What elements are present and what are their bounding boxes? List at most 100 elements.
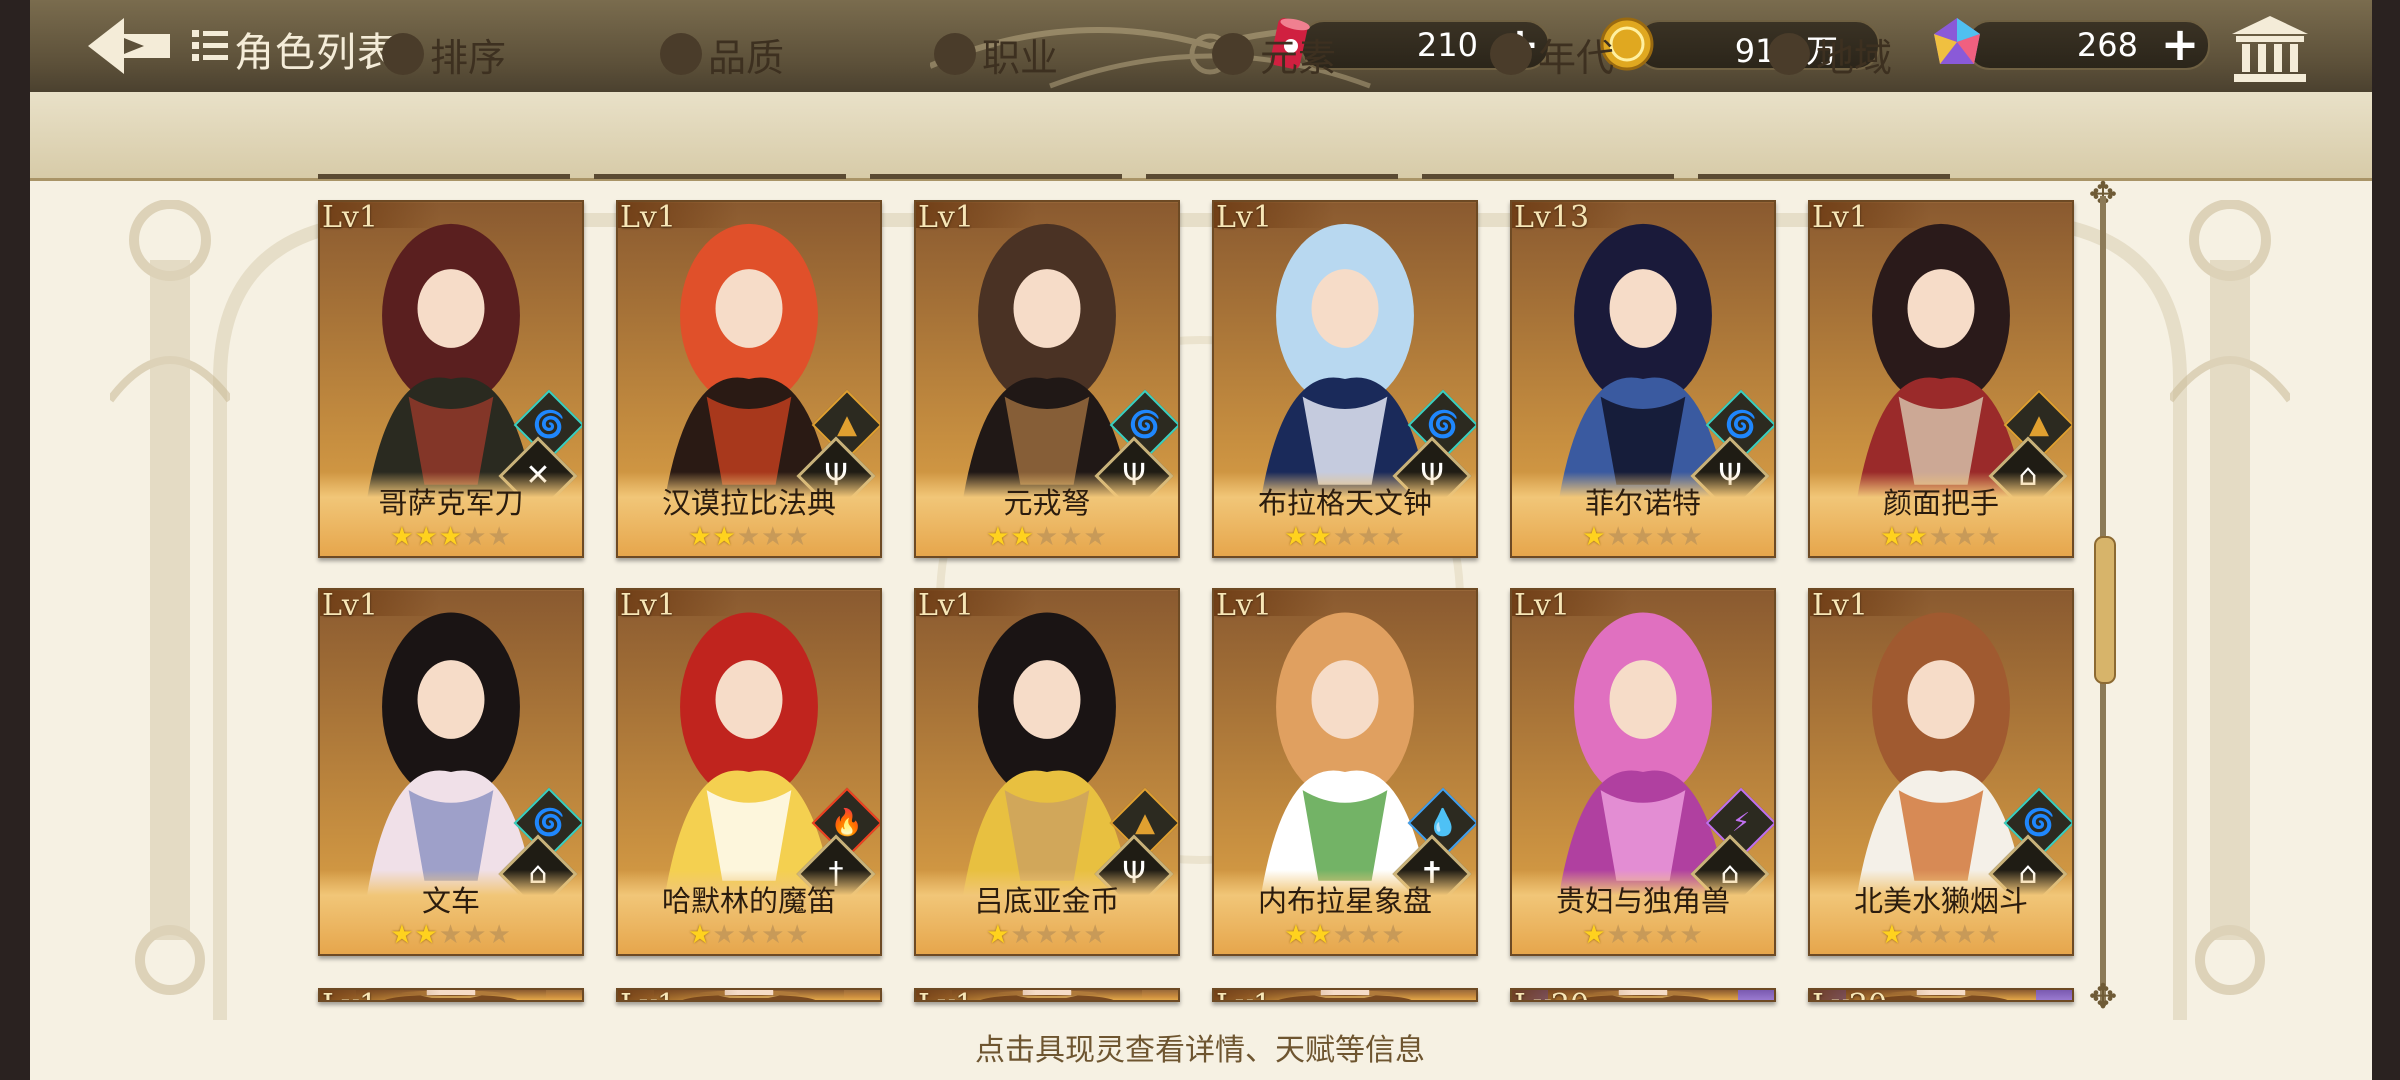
class-icon: [934, 33, 976, 75]
level-label: Lv1: [620, 990, 676, 1000]
filter-underline: [1146, 174, 1398, 179]
footer-hint: 点击具现灵查看详情、天赋等信息: [975, 1033, 1425, 1068]
star-icon: ★: [463, 920, 488, 950]
star-rating: ★★★★★: [1810, 920, 2072, 950]
star-icon: ★: [1953, 920, 1978, 950]
filter-sort[interactable]: 排序: [382, 28, 506, 80]
character-card[interactable]: Lv1: [914, 988, 1180, 1002]
scrollbar-thumb[interactable]: [2094, 536, 2116, 684]
star-icon: ★: [1034, 522, 1060, 552]
character-card[interactable]: Lv1🌀 ⌂ 文车 ★★★★★: [318, 588, 584, 956]
star-icon: ★: [736, 920, 762, 950]
star-icon: ★: [1059, 522, 1084, 552]
star-icon: ★: [1679, 920, 1704, 950]
star-icon: ★: [688, 920, 713, 950]
star-icon: ★: [1582, 522, 1607, 552]
filter-location[interactable]: 地域: [1768, 28, 1892, 80]
filter-underline: [594, 174, 846, 179]
character-card[interactable]: Lv20: [1808, 988, 2074, 1002]
star-icon: ★: [1880, 522, 1905, 552]
star-icon: ★: [1977, 920, 2002, 950]
star-icon: ★: [1655, 522, 1680, 552]
star-icon: ★: [1010, 522, 1035, 552]
star-icon: ★: [414, 522, 439, 552]
star-icon: ★: [1630, 522, 1656, 552]
character-card[interactable]: Lv13🌀 Ψ 菲尔诺特 ★★★★★: [1510, 200, 1776, 558]
character-card[interactable]: Lv1🌀 Ψ 元戎弩 ★★★★★: [914, 200, 1180, 558]
star-icon: ★: [1381, 522, 1406, 552]
star-icon: ★: [1332, 522, 1358, 552]
character-name: 布拉格天文钟: [1257, 486, 1432, 520]
star-icon: ★: [761, 522, 786, 552]
star-icon: ★: [688, 522, 713, 552]
character-card[interactable]: Lv1🌀 ✕ 哥萨克军刀 ★★★★★: [318, 200, 584, 558]
element-icon: [1212, 33, 1254, 75]
character-card[interactable]: Lv1🌀 ⌂ 北美水獭烟斗 ★★★★★: [1808, 588, 2074, 956]
star-icon: ★: [1284, 522, 1309, 552]
level-label: Lv1: [1812, 200, 1868, 235]
character-name: 吕底亚金币: [974, 884, 1120, 918]
star-rating: ★★★★★: [1214, 522, 1476, 552]
star-icon: ★: [1083, 920, 1108, 950]
character-card[interactable]: Lv1: [616, 988, 882, 1002]
star-icon: ★: [785, 920, 810, 950]
star-icon: ★: [1381, 920, 1406, 950]
character-name: 哈默林的魔笛: [661, 884, 836, 918]
character-card[interactable]: Lv1: [318, 988, 584, 1002]
rainbow-gem-icon: [1934, 18, 1980, 64]
filter-underline: [318, 174, 570, 179]
level-label: Lv1: [1216, 990, 1272, 1000]
character-card[interactable]: Lv20: [1510, 988, 1776, 1002]
character-name: 文车: [421, 884, 480, 918]
filter-class[interactable]: 职业: [934, 28, 1058, 80]
page-title: 角色列表: [234, 30, 398, 76]
star-icon: ★: [438, 920, 464, 950]
level-label: Lv20: [1812, 990, 1887, 1000]
star-icon: ★: [1953, 522, 1978, 552]
filter-quality[interactable]: 品质: [660, 28, 784, 80]
gem-value: 268: [2076, 26, 2138, 64]
star-icon: ★: [1582, 920, 1607, 950]
star-icon: ★: [785, 522, 810, 552]
filter-era[interactable]: 年代: [1490, 28, 1614, 80]
character-card[interactable]: Lv1▲ Ψ 吕底亚金币 ★★★★★: [914, 588, 1180, 956]
star-icon: ★: [1977, 522, 2002, 552]
star-icon: ★: [487, 522, 512, 552]
scroll-bottom-ornament: ✥: [2088, 977, 2118, 1017]
star-icon: ★: [1357, 920, 1382, 950]
character-card[interactable]: Lv1🔥 † 哈默林的魔笛 ★★★★★: [616, 588, 882, 956]
star-icon: ★: [1308, 522, 1333, 552]
level-label: Lv1: [322, 990, 378, 1000]
stamina-value: 210: [1416, 26, 1478, 64]
character-name: 哥萨克军刀: [378, 486, 524, 520]
character-card[interactable]: Lv1🌀 Ψ 布拉格天文钟 ★★★★★: [1212, 200, 1478, 558]
star-icon: ★: [1679, 522, 1704, 552]
character-card[interactable]: Lv1💧 ✝ 内布拉星象盘 ★★★★★: [1212, 588, 1478, 956]
star-icon: ★: [712, 920, 737, 950]
star-icon: ★: [390, 522, 415, 552]
add-gem-button[interactable]: +: [2160, 21, 2200, 67]
level-label: Lv20: [1514, 990, 1589, 1000]
back-arrow-icon[interactable]: [84, 14, 174, 78]
character-name: 颜面把手: [1882, 486, 1999, 520]
star-rating: ★★★★★: [320, 522, 582, 552]
era-icon: [1490, 33, 1532, 75]
character-name: 北美水獭烟斗: [1853, 884, 2028, 918]
museum-icon[interactable]: [2230, 14, 2310, 84]
character-card[interactable]: Lv1▲ Ψ 汉谟拉比法典 ★★★★★: [616, 200, 882, 558]
star-icon: ★: [438, 522, 464, 552]
sort-icon: [382, 33, 424, 75]
level-label: Lv1: [1514, 588, 1570, 623]
character-card[interactable]: Lv1: [1212, 988, 1478, 1002]
quality-icon: [660, 33, 702, 75]
star-icon: ★: [1904, 920, 1929, 950]
character-card[interactable]: Lv1⚡ ⌂ 贵妇与独角兽 ★★★★★: [1510, 588, 1776, 956]
filter-bar: [30, 92, 2372, 181]
list-icon: [192, 30, 228, 61]
filter-element[interactable]: 元素: [1212, 28, 1336, 80]
star-icon: ★: [414, 920, 439, 950]
star-icon: ★: [1332, 920, 1358, 950]
character-card[interactable]: Lv1▲ ⌂ 颜面把手 ★★★★★: [1808, 200, 2074, 558]
star-icon: ★: [1928, 522, 1954, 552]
level-label: Lv1: [322, 200, 378, 235]
